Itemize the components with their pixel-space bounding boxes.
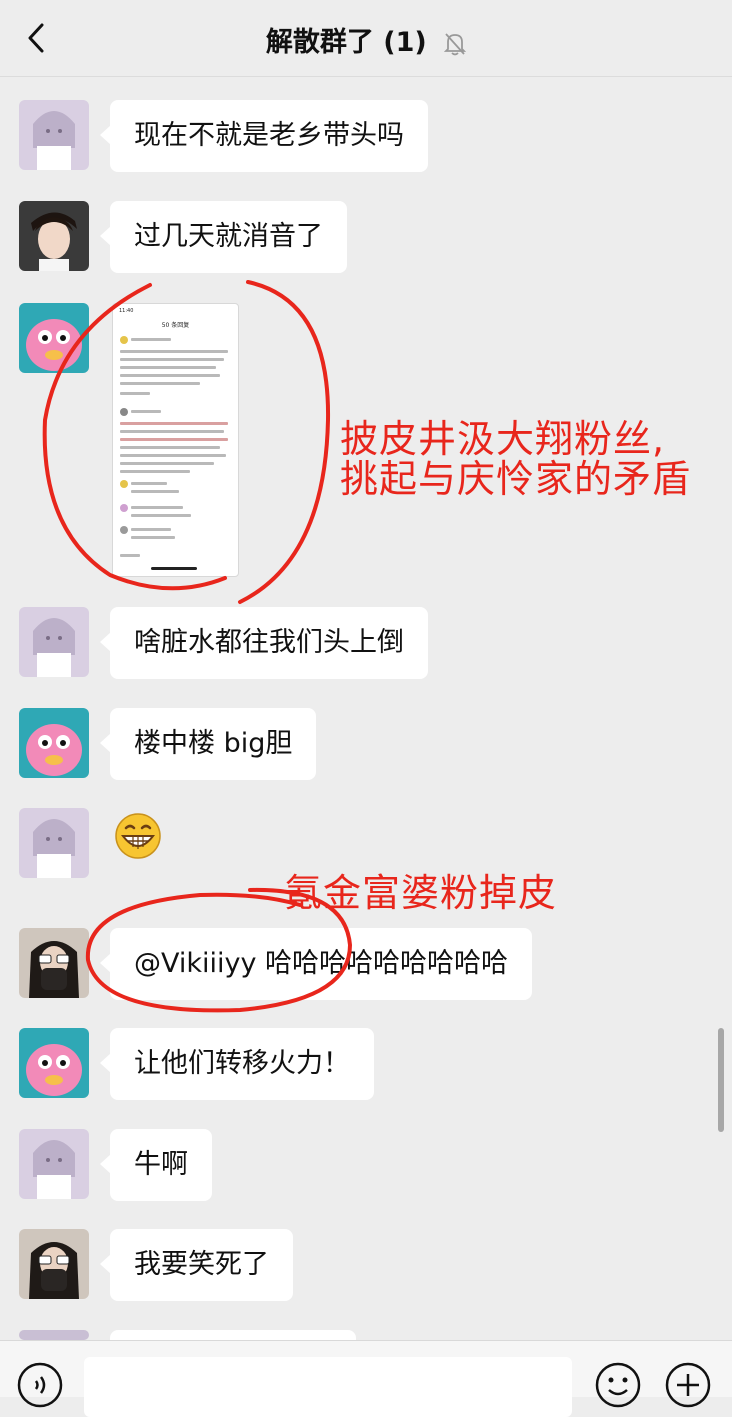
screenshot-text-line [120,446,220,449]
partial-bubble [110,1330,356,1340]
screenshot-text-line [131,536,175,539]
message-bubble[interactable]: 现在不就是老乡带头吗 [100,100,428,172]
message-bubble[interactable]: 牛啊 [100,1129,212,1201]
annotation-line-3: 氪金富婆粉掉皮 [284,871,558,915]
screenshot-text-line [131,482,167,485]
sunglasses-girl-avatar[interactable] [19,928,89,998]
chat-header: 解散群了 (1) [0,0,732,77]
annotation-line-2: 挑起与庆怜家的矛盾 [340,457,692,501]
screenshot-avatar [120,408,128,416]
young-man-avatar[interactable] [19,201,89,271]
screenshot-text-line [120,430,224,433]
message-bubble[interactable]: 让他们转移火力！ [100,1028,374,1100]
screenshot-image[interactable]: 11:40 50 条回复 [112,303,239,577]
screenshot-text-line [120,358,224,361]
message-bubble[interactable]: @Vikiiiyy 哈哈哈哈哈哈哈哈哈 [99,928,533,1000]
screenshot-status-time: 11:40 [119,308,134,314]
anime-girl-avatar[interactable] [19,100,89,170]
pink-monster-avatar[interactable] [19,1028,89,1098]
chat-title: 解散群了 (1) [0,20,732,59]
voice-icon[interactable] [16,1361,64,1409]
screenshot-text-line [120,374,220,377]
pink-monster-avatar[interactable] [19,303,89,373]
grin-emoji-icon[interactable] [114,812,162,860]
screenshot-text-line [131,514,191,517]
message-bubble[interactable]: 过几天就消音了 [100,201,347,273]
screenshot-text-line [131,338,171,341]
screenshot-text-line [131,410,161,413]
screenshot-text-line [120,382,200,385]
screenshot-title: 50 条回复 [161,322,190,329]
message-bubble[interactable]: 啥脏水都往我们头上倒 [100,607,428,679]
screenshot-avatar [120,336,128,344]
screenshot-avatar [120,504,128,512]
screenshot-text-line [120,554,140,557]
bell-slash-icon [444,32,467,55]
anime-girl-avatar[interactable] [19,808,89,878]
anime-girl-avatar[interactable] [19,1129,89,1199]
plus-icon[interactable] [664,1361,712,1409]
screenshot-text-line [131,490,179,493]
partial-avatar [19,1330,89,1340]
screenshot-text-line [120,462,214,465]
screenshot-avatar [120,480,128,488]
screenshot-text-line [120,438,228,441]
group-name: 解散群了 (1) [265,27,427,58]
pink-monster-avatar[interactable] [19,708,89,778]
screenshot-avatar [120,526,128,534]
screenshot-text-line [131,506,183,509]
screenshot-text-line [120,392,150,395]
smiley-icon[interactable] [594,1361,642,1409]
message-bubble[interactable]: 我要笑死了 [100,1229,293,1301]
screenshot-text-line [120,422,228,425]
input-bar [0,1340,732,1417]
screenshot-text-line [131,528,171,531]
sunglasses-girl-avatar[interactable] [19,1229,89,1299]
screenshot-text-line [120,454,226,457]
scrollbar[interactable] [718,1028,724,1132]
screenshot-home-indicator [151,567,197,570]
screenshot-text-line [120,366,216,369]
screenshot-text-line [120,470,190,473]
anime-girl-avatar[interactable] [19,607,89,677]
message-bubble[interactable]: 楼中楼 big胆 [99,708,317,780]
screenshot-text-line [120,350,228,353]
message-input[interactable] [84,1357,572,1417]
